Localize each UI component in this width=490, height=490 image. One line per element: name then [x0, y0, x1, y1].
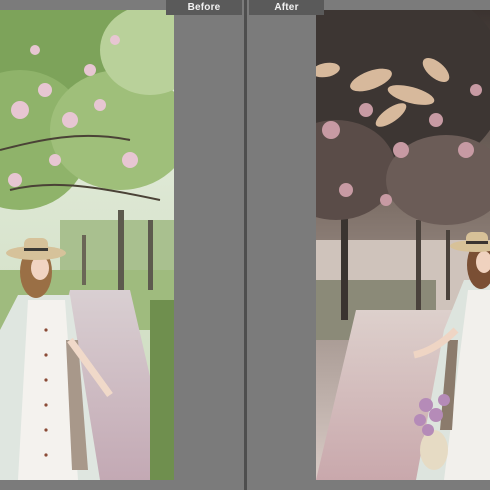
after-label: After — [249, 0, 324, 15]
before-photo — [0, 10, 174, 480]
comparison-view: Before After — [0, 0, 490, 490]
after-photo — [316, 10, 490, 480]
split-divider[interactable] — [244, 0, 247, 490]
before-label: Before — [166, 0, 242, 15]
